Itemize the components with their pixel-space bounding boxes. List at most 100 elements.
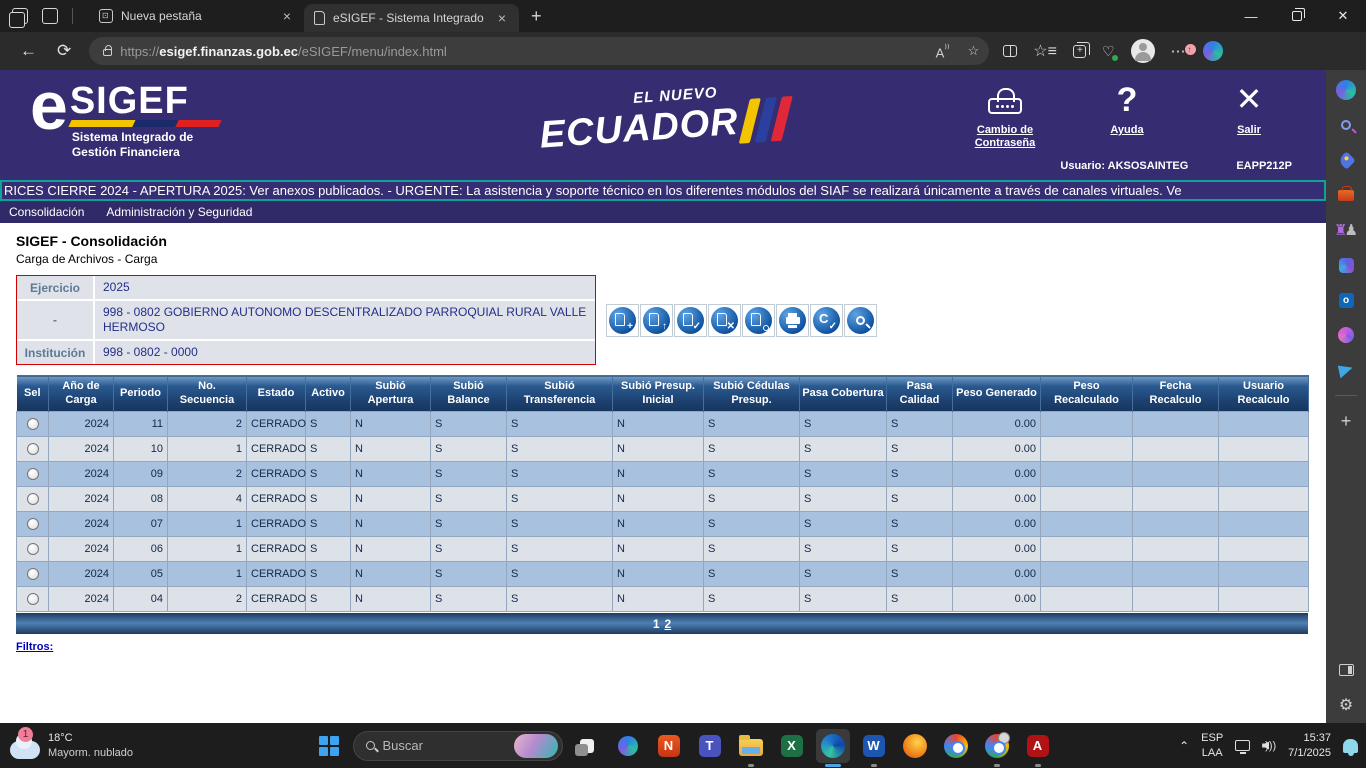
weather-widget[interactable]: 1 18°C Mayorm. nublado bbox=[10, 731, 133, 761]
address-bar[interactable]: https://esigef.finanzas.gob.ec/eSIGEF/me… bbox=[89, 37, 989, 65]
workspaces-icon[interactable] bbox=[12, 8, 28, 24]
menu-consolidacion[interactable]: Consolidación bbox=[9, 205, 84, 219]
taskbar-file-explorer-button[interactable] bbox=[734, 729, 768, 763]
table-cell: 0.00 bbox=[953, 562, 1041, 587]
taskbar-nitro-pdf-button[interactable]: N bbox=[652, 729, 686, 763]
lock-icon[interactable] bbox=[103, 49, 112, 56]
action-toolbar: + ↑ ✓ ✕ C✓ bbox=[606, 304, 877, 337]
delete-file-icon: ✕ bbox=[711, 307, 738, 334]
browser-navbar: ← ⟳ https://esigef.finanzas.gob.ec/eSIGE… bbox=[0, 32, 1366, 70]
split-screen-icon[interactable] bbox=[1003, 45, 1017, 57]
taskbar-acrobat-button[interactable]: A bbox=[1021, 729, 1055, 763]
table-head-row: SelAño de CargaPeriodoNo. SecuenciaEstad… bbox=[17, 376, 1309, 412]
table-row: 2024042CERRADOSNSSNSSS0.00 bbox=[17, 587, 1309, 612]
taskbar-word-button[interactable]: W bbox=[857, 729, 891, 763]
table-cell bbox=[1041, 487, 1133, 512]
taskbar-chrome-button[interactable] bbox=[939, 729, 973, 763]
row-select-radio[interactable] bbox=[27, 468, 39, 480]
preview-file-button[interactable] bbox=[742, 304, 775, 337]
sidebar-shopping-icon[interactable] bbox=[1337, 151, 1355, 169]
page-number-current: 1 bbox=[653, 617, 660, 631]
logout-button[interactable]: ✕ Salir bbox=[1206, 80, 1292, 137]
table-cell: S bbox=[306, 562, 351, 587]
row-select-radio[interactable] bbox=[27, 568, 39, 580]
window-restore-button[interactable] bbox=[1274, 0, 1320, 32]
tab-nueva-pestana[interactable]: Nueva pestaña × bbox=[89, 0, 304, 32]
column-header: Estado bbox=[247, 376, 306, 412]
announcement-marquee[interactable]: RICES CIERRE 2024 - APERTURA 2025: Ver a… bbox=[0, 180, 1326, 201]
table-cell bbox=[1219, 412, 1309, 437]
sidebar-search-icon[interactable] bbox=[1341, 120, 1351, 130]
sidebar-drop-icon[interactable] bbox=[1338, 362, 1354, 378]
read-aloud-icon[interactable]: A⁾⁾ bbox=[936, 42, 950, 60]
change-password-button[interactable]: Cambio de Contraseña bbox=[962, 80, 1048, 150]
sidebar-games-icon[interactable]: ♜♟ bbox=[1336, 220, 1356, 240]
row-select-radio[interactable] bbox=[27, 443, 39, 455]
action-label: Cambio de Contraseña bbox=[962, 124, 1048, 150]
tab-esigef[interactable]: eSIGEF - Sistema Integrado de G × bbox=[304, 4, 519, 32]
taskbar-teams-button[interactable]: T bbox=[693, 729, 727, 763]
sidebar-copilot-icon[interactable] bbox=[1336, 80, 1356, 100]
delete-file-button[interactable]: ✕ bbox=[708, 304, 741, 337]
back-button[interactable]: ← bbox=[10, 41, 47, 61]
sidebar-add-icon[interactable]: + bbox=[1336, 411, 1356, 431]
help-button[interactable]: ? Ayuda bbox=[1084, 80, 1170, 137]
table-cell: S bbox=[507, 512, 613, 537]
upload-file-button[interactable]: ↑ bbox=[640, 304, 673, 337]
row-select-radio[interactable] bbox=[27, 493, 39, 505]
row-select-radio[interactable] bbox=[27, 418, 39, 430]
collections-icon[interactable] bbox=[1073, 45, 1086, 58]
filters-link[interactable]: Filtros: bbox=[16, 641, 53, 653]
browser-essentials-icon[interactable]: ♡ bbox=[1102, 43, 1115, 60]
favorites-icon[interactable]: ☆≡ bbox=[1033, 41, 1057, 61]
tab-close-icon[interactable]: × bbox=[280, 8, 294, 24]
page-number-link[interactable]: 2 bbox=[665, 617, 672, 631]
window-close-button[interactable]: ✕ bbox=[1320, 0, 1366, 32]
profile-avatar[interactable] bbox=[1131, 39, 1155, 63]
new-tab-button[interactable]: + bbox=[519, 6, 554, 27]
copilot-icon[interactable] bbox=[1203, 41, 1223, 61]
menu-administracion-seguridad[interactable]: Administración y Seguridad bbox=[106, 205, 252, 219]
acrobat-icon: A bbox=[1027, 735, 1049, 757]
tray-overflow-chevron-icon[interactable]: ⌃ bbox=[1179, 739, 1189, 753]
search-highlight-image[interactable] bbox=[514, 734, 558, 758]
validate-file-button[interactable]: ✓ bbox=[674, 304, 707, 337]
taskbar-firefox-button[interactable] bbox=[898, 729, 932, 763]
row-select-radio[interactable] bbox=[27, 543, 39, 555]
tab-actions-icon[interactable] bbox=[42, 8, 58, 24]
taskbar-search-box[interactable]: Buscar bbox=[353, 731, 563, 761]
print-button[interactable] bbox=[776, 304, 809, 337]
sidebar-settings-gear-icon[interactable]: ⚙ bbox=[1336, 695, 1356, 715]
favorite-star-icon[interactable]: ☆ bbox=[968, 43, 980, 59]
clock-widget[interactable]: 15:37 7/1/2025 bbox=[1288, 731, 1331, 761]
task-view-button[interactable] bbox=[570, 729, 604, 763]
sidebar-designer-icon[interactable] bbox=[1338, 327, 1354, 343]
tab-close-icon[interactable]: × bbox=[495, 10, 509, 26]
sidebar-microsoft365-icon[interactable] bbox=[1339, 258, 1354, 273]
taskbar-edge-button[interactable] bbox=[816, 729, 850, 763]
upload-file-icon: ↑ bbox=[643, 307, 670, 334]
taskbar-chrome-profile-button[interactable] bbox=[980, 729, 1014, 763]
table-cell: S bbox=[887, 462, 953, 487]
notification-bell-icon[interactable] bbox=[1343, 739, 1358, 753]
search-records-button[interactable] bbox=[844, 304, 877, 337]
table-cell: S bbox=[431, 437, 507, 462]
row-select-radio[interactable] bbox=[27, 518, 39, 530]
network-icon[interactable] bbox=[1235, 740, 1250, 751]
volume-button[interactable]: ))) bbox=[1262, 740, 1276, 752]
start-button[interactable] bbox=[312, 729, 346, 763]
row-select-radio[interactable] bbox=[27, 593, 39, 605]
settings-more-icon[interactable]: ⋯↑ bbox=[1171, 42, 1187, 60]
page-title: SIGEF - Consolidación bbox=[16, 233, 1326, 249]
new-document-button[interactable]: + bbox=[606, 304, 639, 337]
sidebar-outlook-icon[interactable]: o bbox=[1339, 293, 1354, 308]
sidebar-tools-icon[interactable] bbox=[1338, 190, 1354, 201]
window-minimize-button[interactable]: — bbox=[1228, 0, 1274, 32]
url-text: https://esigef.finanzas.gob.ec/eSIGEF/me… bbox=[120, 44, 447, 59]
approve-quality-button[interactable]: C✓ bbox=[810, 304, 843, 337]
refresh-button[interactable]: ⟳ bbox=[47, 41, 81, 61]
taskbar-excel-button[interactable]: X bbox=[775, 729, 809, 763]
sidebar-panel-icon[interactable] bbox=[1339, 664, 1354, 676]
language-indicator[interactable]: ESPLAA bbox=[1201, 731, 1223, 760]
taskbar-copilot-button[interactable] bbox=[611, 729, 645, 763]
